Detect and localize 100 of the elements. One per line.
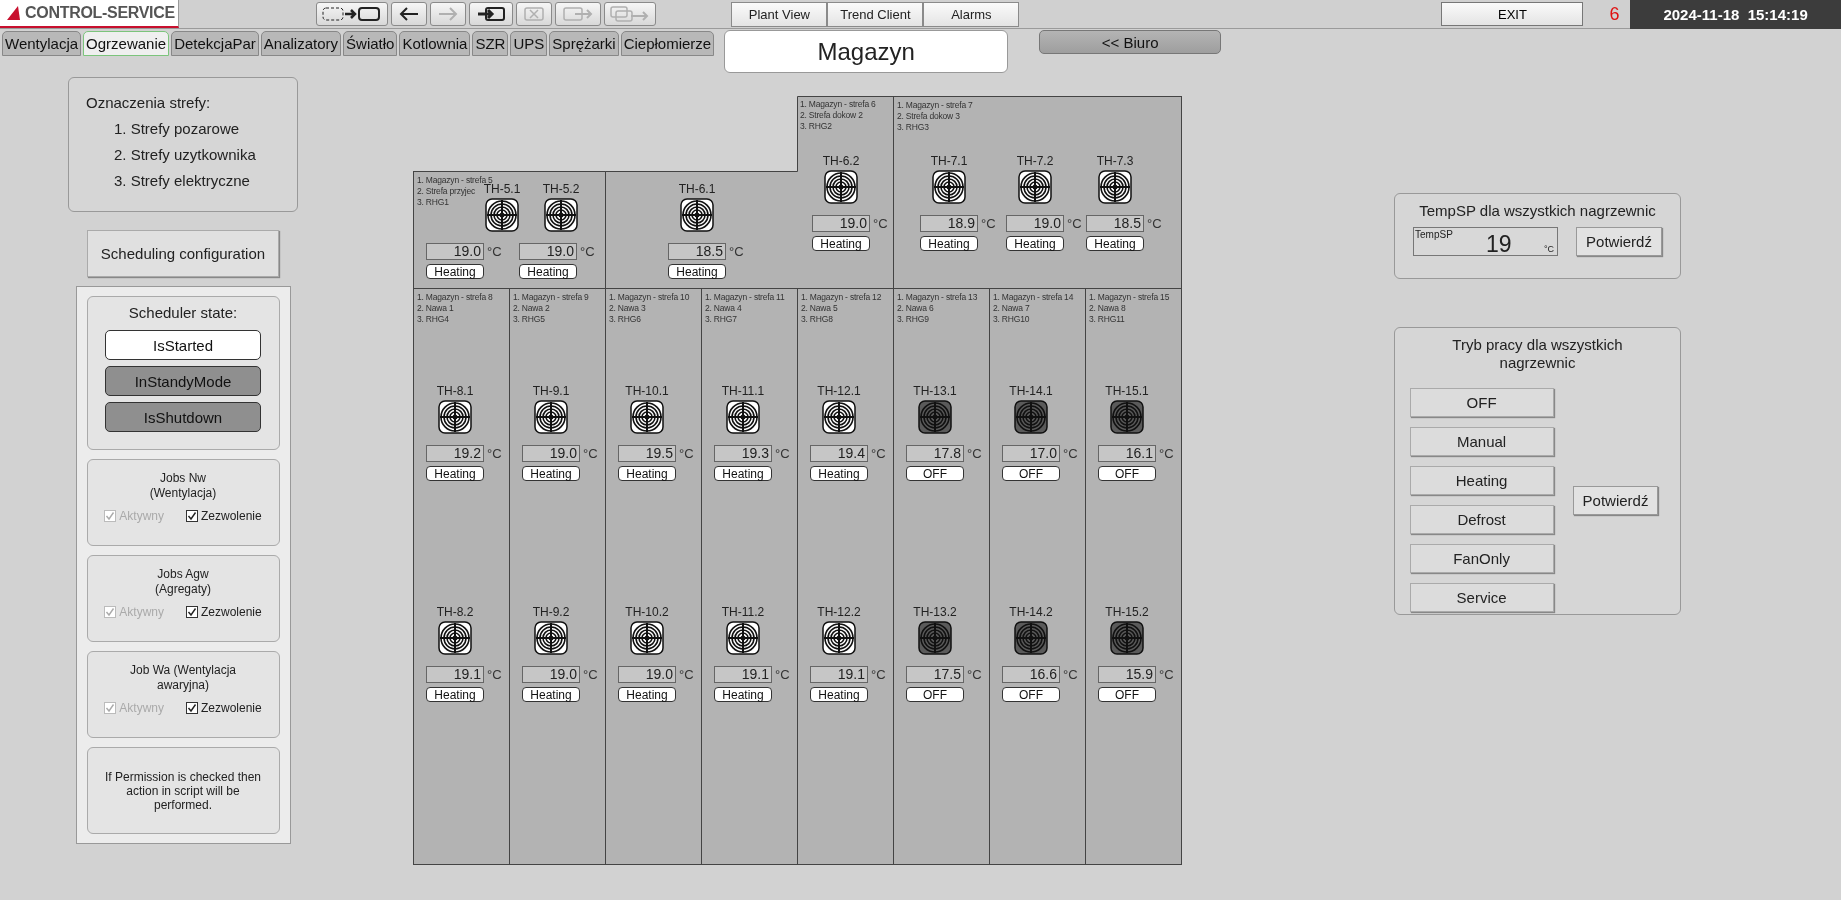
temperature-field: 17.5: [906, 666, 964, 683]
page-title: Magazyn: [724, 30, 1009, 73]
heater-tag: TH-9.2: [532, 606, 570, 619]
mode-option-button[interactable]: OFF: [1409, 388, 1554, 417]
mode-button[interactable]: Heating: [519, 264, 577, 279]
checkbox[interactable]: [186, 606, 198, 618]
mode-button[interactable]: OFF: [1002, 466, 1060, 481]
mode-button[interactable]: OFF: [906, 687, 964, 702]
zone-info-line: 1. Magazyn - strefa 5: [417, 175, 493, 185]
nav-button[interactable]: Trend Client: [827, 1, 924, 27]
zone-info-line: 1. Magazyn - strefa 11: [705, 292, 785, 303]
legend-item: 1. Strefy pozarowe: [114, 120, 240, 137]
checkbox-label: Zezwolenie: [201, 605, 262, 619]
unit-label: °C: [487, 244, 502, 259]
confirm-button[interactable]: Potwierdź: [1576, 227, 1662, 256]
unit-label: °C: [871, 446, 886, 461]
mode-button[interactable]: Heating: [618, 687, 676, 702]
setpoint-field[interactable]: TempSP 19 °C: [1413, 227, 1559, 256]
unit-label: °C: [580, 244, 595, 259]
legend-item: 3. Strefy elektryczne: [114, 172, 250, 189]
unit-label: °C: [487, 446, 502, 461]
mode-button[interactable]: Heating: [714, 687, 772, 702]
zone-info-line: 2. Nawa 2: [513, 303, 551, 314]
checkbox-label: Aktywny: [119, 701, 164, 715]
unit-label: °C: [583, 667, 598, 682]
mode-option-button[interactable]: FanOnly: [1409, 544, 1554, 573]
heater-tag: TH-7.3: [1096, 155, 1134, 168]
mode-button[interactable]: Heating: [1006, 236, 1064, 251]
tab[interactable]: Wentylacja: [2, 31, 82, 56]
legend-title: Oznaczenia strefy:: [86, 94, 211, 111]
heater-tag: TH-5.1: [483, 183, 521, 196]
heater-tag: TH-12.1: [817, 385, 861, 398]
confirm-button[interactable]: Potwierdź: [1572, 485, 1659, 515]
state-indicator[interactable]: InStandyMode: [105, 366, 261, 396]
tab[interactable]: Ciepłomierze: [620, 31, 715, 56]
mode-button[interactable]: Heating: [810, 687, 868, 702]
mode-button[interactable]: Heating: [1086, 236, 1144, 251]
heater-tag: TH-6.2: [822, 155, 860, 168]
zone-info-line: 1. Magazyn - strefa 15: [1089, 292, 1170, 303]
mode-option-button[interactable]: Manual: [1409, 427, 1554, 456]
state-indicator[interactable]: IsShutdown: [105, 402, 261, 432]
tab[interactable]: Ogrzewanie: [83, 31, 170, 56]
zone-info-line: 3. RHG7: [705, 314, 738, 325]
mode-button[interactable]: OFF: [906, 466, 964, 481]
date-time: 2024-11-18 15:14:19: [1630, 0, 1841, 29]
unit-label: °C: [583, 446, 598, 461]
mode-button[interactable]: Heating: [522, 466, 580, 481]
job-title: Jobs Nw (Wentylacja): [149, 471, 217, 501]
tab[interactable]: UPS: [510, 31, 548, 56]
checkbox[interactable]: [186, 702, 198, 714]
heater-tag: TH-14.2: [1009, 606, 1053, 619]
mode-button[interactable]: Heating: [522, 687, 580, 702]
temperature-field: 16.6: [1002, 666, 1060, 683]
heater-tag: TH-14.1: [1009, 385, 1053, 398]
mode-button[interactable]: Heating: [668, 264, 726, 279]
mode-button[interactable]: Heating: [618, 466, 676, 481]
exit-button[interactable]: EXIT: [1441, 2, 1584, 26]
tab[interactable]: Światło: [343, 31, 398, 56]
unit-label: °C: [1159, 667, 1174, 682]
mode-button[interactable]: Heating: [812, 236, 870, 251]
temperature-field: 19.2: [426, 445, 484, 462]
mode-button[interactable]: Heating: [426, 466, 484, 481]
tab[interactable]: DetekcjaPar: [171, 31, 259, 56]
mode-button[interactable]: OFF: [1098, 687, 1156, 702]
tab[interactable]: Kotlownia: [399, 31, 471, 56]
scheduling-button[interactable]: Scheduling configuration: [87, 230, 279, 277]
unit-label: °C: [775, 446, 790, 461]
mode-button[interactable]: Heating: [714, 466, 772, 481]
nav-button[interactable]: Plant View: [731, 1, 828, 27]
toolbar-button[interactable]: [469, 2, 514, 26]
heater-tag: TH-12.2: [817, 606, 861, 619]
temperature-field: 19.0: [519, 243, 577, 260]
toolbar-button[interactable]: [316, 2, 389, 26]
tab[interactable]: SZR: [472, 31, 509, 56]
tab[interactable]: Analizatory: [260, 31, 342, 56]
checkbox-label: Zezwolenie: [201, 701, 262, 715]
nav-button[interactable]: Alarms: [923, 1, 1020, 27]
toolbar-button[interactable]: [391, 2, 428, 26]
mode-option-button[interactable]: Heating: [1409, 466, 1554, 495]
checkbox[interactable]: [186, 510, 198, 522]
zone-info-line: 2. Nawa 4: [705, 303, 743, 314]
mode-button[interactable]: Heating: [810, 466, 868, 481]
heater-tag: TH-6.1: [678, 183, 716, 196]
mode-button[interactable]: OFF: [1098, 466, 1156, 481]
unit-label: °C: [1063, 446, 1078, 461]
job-title: Job Wa (Wentylacja awaryjna): [129, 663, 236, 693]
temperature-field: 19.0: [1006, 215, 1064, 232]
temperature-field: 19.0: [618, 666, 676, 683]
mode-button[interactable]: Heating: [426, 687, 484, 702]
mode-button[interactable]: Heating: [920, 236, 978, 251]
state-indicator[interactable]: IsStarted: [105, 330, 261, 360]
mode-button[interactable]: OFF: [1002, 687, 1060, 702]
zone-info-line: 3. RHG11: [1089, 314, 1126, 325]
heater-tag: TH-11.2: [721, 606, 765, 619]
zone-info-line: 2. Nawa 1: [417, 303, 455, 314]
tab[interactable]: Sprężarki: [549, 31, 619, 56]
mode-option-button[interactable]: Defrost: [1409, 505, 1554, 534]
mode-button[interactable]: Heating: [426, 264, 484, 279]
mode-option-button[interactable]: Service: [1409, 583, 1554, 612]
back-button[interactable]: << Biuro: [1039, 30, 1222, 54]
